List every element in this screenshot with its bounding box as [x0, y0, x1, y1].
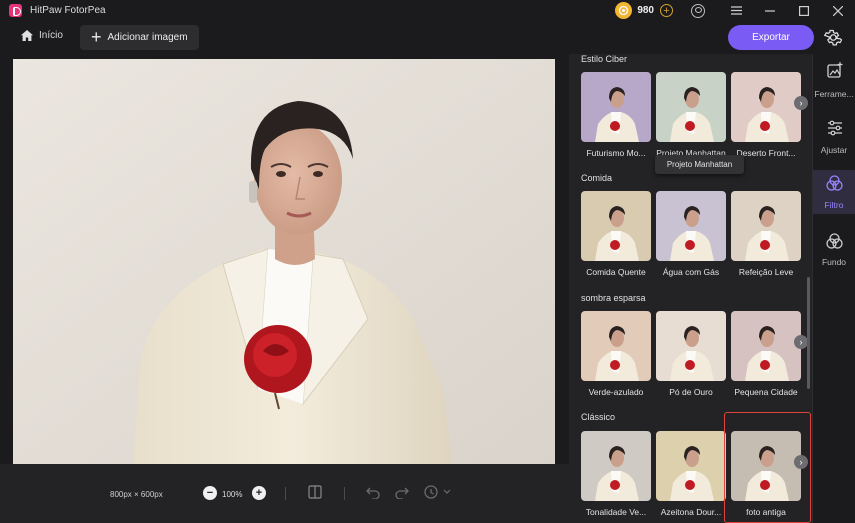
hamburger-icon[interactable]: [719, 0, 753, 21]
minimize-icon[interactable]: [753, 0, 787, 21]
filter-thumbnail[interactable]: [656, 431, 726, 501]
redo-icon[interactable]: [395, 485, 409, 499]
panel-scrollbar[interactable]: [807, 277, 810, 389]
add-credits-icon[interactable]: +: [660, 4, 673, 17]
close-icon[interactable]: [821, 0, 855, 21]
filter-label: Comida Quente: [586, 267, 646, 277]
divider: [285, 487, 286, 500]
canvas-area[interactable]: [0, 54, 569, 523]
tools-icon: [827, 62, 843, 78]
category-title: Estilo Ciber: [581, 54, 628, 64]
filter-label: Pó de Ouro: [669, 387, 713, 397]
next-arrow-icon[interactable]: ›: [794, 96, 808, 110]
undo-icon[interactable]: [366, 485, 380, 499]
app-title: HitPaw FotorPea: [30, 5, 106, 16]
nav-label: Fundo: [821, 257, 847, 267]
toolbar: Início + Adicionar imagem Exportar: [0, 21, 855, 54]
next-arrow-icon[interactable]: ›: [794, 335, 808, 349]
selected-filter-frame: [724, 412, 811, 523]
filter-thumbnail[interactable]: [731, 191, 801, 261]
filter-thumbnail[interactable]: [581, 191, 651, 261]
maximize-icon[interactable]: [787, 0, 821, 21]
home-icon: [21, 30, 33, 41]
filter-thumbnail[interactable]: [581, 431, 651, 501]
filter-thumbnail[interactable]: [656, 191, 726, 261]
app-logo-icon: [9, 4, 22, 17]
filter-thumbnail[interactable]: [581, 311, 651, 381]
filter-label: Futurismo Mo...: [586, 148, 646, 158]
filter-icon: [826, 175, 843, 191]
portrait-photo[interactable]: [13, 59, 555, 465]
category-title: Clássico: [581, 412, 616, 422]
nav-background[interactable]: Fundo: [813, 230, 855, 274]
add-image-button[interactable]: + Adicionar imagem: [80, 25, 199, 50]
nav-filter[interactable]: Filtro: [813, 170, 855, 214]
background-icon: [826, 233, 843, 249]
divider: [344, 487, 345, 500]
filter-label: Refeição Leve: [738, 267, 794, 277]
export-button[interactable]: Exportar: [728, 25, 814, 50]
zoom-level: 100%: [222, 490, 243, 499]
filter-label: Água com Gás: [662, 267, 720, 277]
image-size-label: 800px × 600px: [110, 490, 163, 499]
filter-label: Tonalidade Ve...: [585, 507, 647, 517]
credit-coin-icon: [615, 2, 633, 19]
zoom-in-button[interactable]: +: [252, 486, 266, 500]
filter-label: Azeitona Dour...: [660, 507, 722, 517]
plus-icon: +: [91, 27, 102, 47]
filter-label: Verde-azulado: [588, 387, 644, 397]
credit-balance: 980: [637, 5, 654, 16]
home-button[interactable]: Início: [21, 30, 63, 41]
filter-thumbnail[interactable]: [731, 72, 801, 142]
adjust-sliders-icon: [828, 120, 842, 136]
title-bar: HitPaw FotorPea 980 +: [0, 0, 855, 21]
tooltip: Projeto Manhattan: [655, 155, 744, 174]
settings-gear-icon[interactable]: [823, 28, 842, 47]
nav-tools[interactable]: Ferrame...: [813, 60, 855, 104]
compare-icon[interactable]: [308, 485, 322, 499]
filter-thumbnail[interactable]: [731, 311, 801, 381]
add-image-label: Adicionar imagem: [107, 32, 188, 43]
filter-label: Pequena Cidade: [734, 387, 798, 397]
nav-adjust[interactable]: Ajustar: [813, 117, 855, 161]
nav-label: Ferrame...: [814, 89, 854, 99]
home-label: Início: [39, 30, 63, 41]
category-title: sombra esparsa: [581, 293, 646, 303]
nav-label: Filtro: [824, 200, 844, 210]
zoom-out-button[interactable]: −: [203, 486, 217, 500]
filter-thumbnail[interactable]: [581, 72, 651, 142]
nav-label: Ajustar: [820, 145, 848, 155]
user-icon[interactable]: [691, 3, 705, 18]
category-title: Comida: [581, 173, 613, 183]
filter-thumbnail[interactable]: [656, 72, 726, 142]
history-icon[interactable]: [423, 485, 453, 499]
filter-thumbnail[interactable]: [656, 311, 726, 381]
